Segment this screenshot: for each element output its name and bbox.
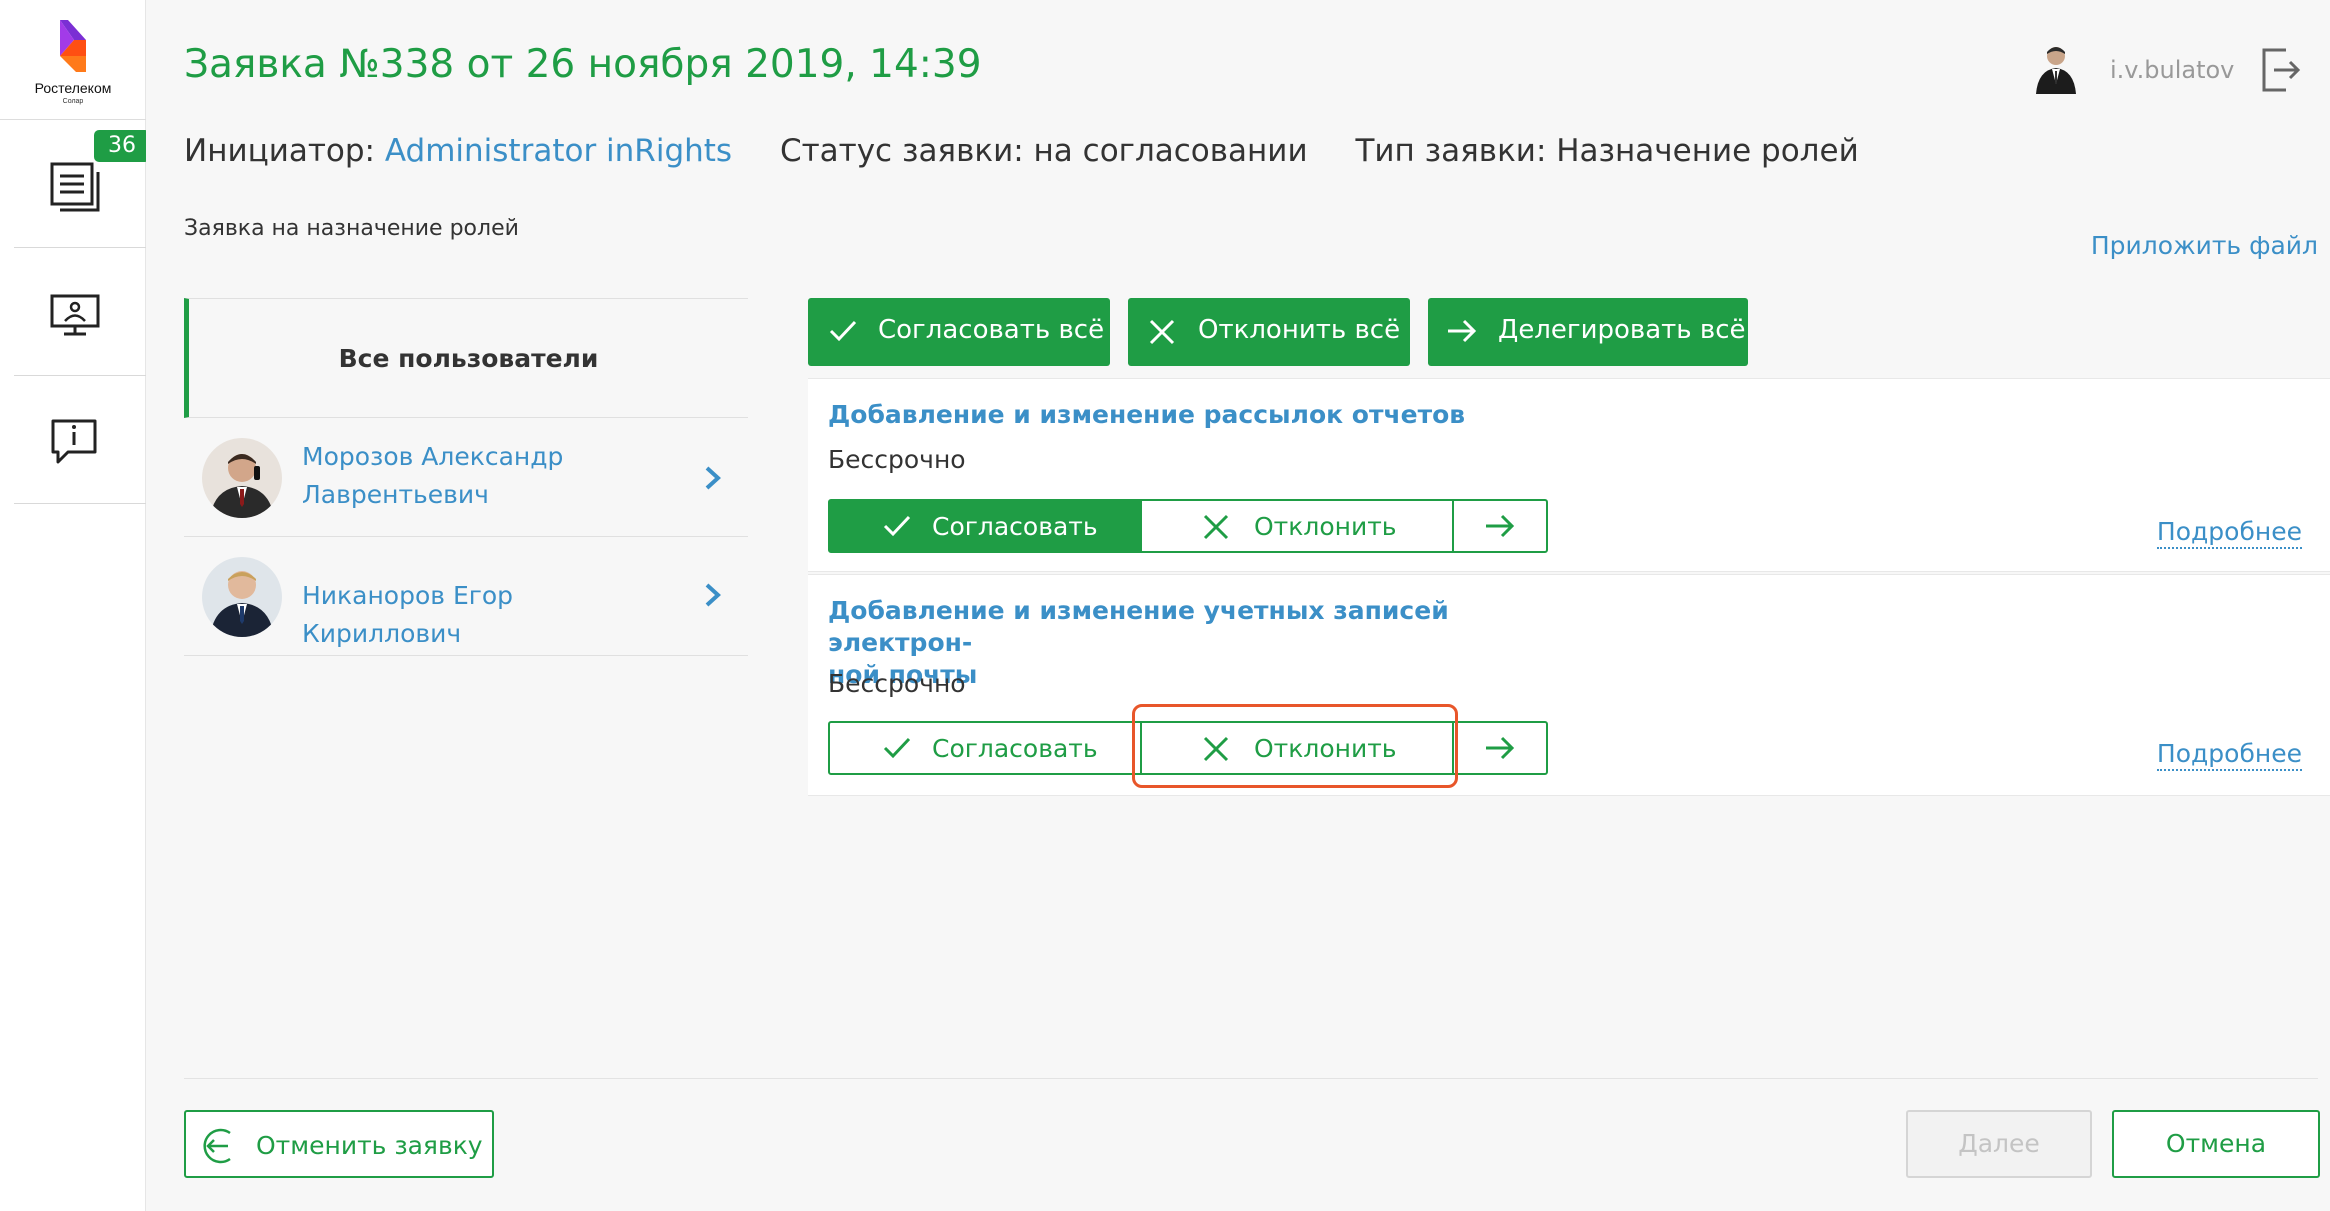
role-term: Бессрочно	[828, 445, 966, 474]
delegate-all-button[interactable]: Делегировать всё	[1428, 298, 1748, 366]
logo-subtitle: Солар	[62, 98, 84, 105]
arrow-right-icon	[1448, 319, 1477, 343]
initiator-link[interactable]: Administrator inRights	[385, 133, 732, 169]
page-title: Заявка №338 от 26 ноября 2019, 14:39	[184, 42, 982, 87]
arrow-right-icon	[1486, 514, 1515, 538]
close-icon	[1203, 514, 1229, 540]
approve-button[interactable]: Согласовать	[830, 723, 1140, 773]
status-value: на согласовании	[1033, 133, 1308, 169]
close-icon	[1149, 319, 1175, 345]
reject-all-button[interactable]: Отклонить всё	[1128, 298, 1410, 366]
reject-label: Отклонить	[1254, 512, 1397, 541]
user-list-item[interactable]: Морозов Александр Лаврентьевич	[184, 418, 748, 537]
approve-all-button[interactable]: Согласовать всё	[808, 298, 1110, 366]
documents-icon	[50, 162, 100, 212]
details-link[interactable]: Подробнее	[2156, 739, 2302, 771]
user-photo	[202, 438, 282, 518]
check-icon	[829, 320, 857, 342]
reject-all-label: Отклонить всё	[1198, 315, 1401, 345]
requests-count-badge: 36	[94, 130, 150, 162]
chevron-right-icon[interactable]	[704, 582, 722, 608]
monitor-icon	[50, 294, 100, 336]
reject-button[interactable]: Отклонить	[1140, 501, 1452, 551]
user-list-item[interactable]: Никаноров Егор Кириллович	[184, 537, 748, 656]
request-description: Заявка на назначение ролей	[184, 216, 519, 241]
delegate-button[interactable]	[1452, 501, 1546, 551]
user-menu[interactable]: i.v.bulatov	[2030, 38, 2330, 104]
arrow-right-icon	[1486, 736, 1515, 760]
request-meta: Инициатор: Administrator inRights Статус…	[184, 133, 1859, 169]
details-link[interactable]: Подробнее	[2156, 517, 2302, 549]
initiator-label: Инициатор:	[184, 133, 375, 169]
role-card: Добавление и изменение рассылок отчетов …	[808, 378, 2330, 572]
main-content: Заявка №338 от 26 ноября 2019, 14:39 i.v…	[146, 0, 2330, 1211]
role-decision-group: Согласовать Отклонить	[828, 499, 1548, 553]
sidebar-item-requests[interactable]: 36	[14, 120, 150, 248]
info-chat-icon	[51, 419, 97, 464]
role-title-line1: Добавление и изменение учетных записей э…	[828, 596, 1449, 657]
cancel-request-label: Отменить заявку	[256, 1131, 483, 1160]
brand-logo[interactable]: Ростелеком Солар	[0, 0, 146, 120]
user-avatar[interactable]	[2030, 42, 2082, 94]
logo-name: Ростелеком	[34, 80, 112, 96]
type-label: Тип заявки:	[1355, 133, 1547, 169]
sidebar-item-monitor[interactable]	[14, 248, 146, 376]
all-users-tab[interactable]: Все пользователи	[184, 298, 748, 418]
user-photo	[202, 557, 282, 637]
role-term: Бессрочно	[828, 669, 966, 698]
cancel-button[interactable]: Отмена	[2112, 1110, 2320, 1178]
sidebar: Ростелеком Солар 36	[0, 0, 150, 1211]
approve-label: Согласовать	[932, 734, 1098, 763]
logout-icon[interactable]	[2262, 48, 2302, 92]
status-label: Статус заявки:	[779, 133, 1024, 169]
exit-circle-icon	[203, 1128, 231, 1164]
user-name-link[interactable]: Морозов Александр Лаврентьевич	[302, 438, 662, 514]
delegate-button[interactable]	[1452, 723, 1546, 773]
check-icon	[883, 515, 911, 537]
user-name: i.v.bulatov	[2110, 56, 2235, 84]
approve-button[interactable]: Согласовать	[830, 501, 1140, 551]
attach-file-link[interactable]: Приложить файл	[2091, 231, 2318, 260]
approve-label: Согласовать	[932, 512, 1098, 541]
role-card: Добавление и изменение учетных записей э…	[808, 574, 2330, 796]
check-icon	[883, 737, 911, 759]
next-button[interactable]: Далее	[1906, 1110, 2092, 1178]
approve-all-label: Согласовать всё	[878, 315, 1105, 345]
cancel-request-button[interactable]: Отменить заявку	[184, 1110, 494, 1178]
footer-divider	[184, 1078, 2318, 1079]
rostelecom-logo-icon	[60, 20, 86, 72]
user-name-link[interactable]: Никаноров Егор Кириллович	[302, 577, 662, 653]
delegate-all-label: Делегировать всё	[1498, 315, 1746, 345]
type-value: Назначение ролей	[1556, 133, 1859, 169]
chevron-right-icon[interactable]	[704, 465, 722, 491]
sidebar-item-feedback[interactable]	[14, 376, 146, 504]
role-title[interactable]: Добавление и изменение рассылок отчетов	[828, 399, 1588, 431]
reject-highlight-frame	[1132, 704, 1458, 788]
user-list: Все пользователи Морозов Александр Лавре…	[184, 298, 748, 656]
